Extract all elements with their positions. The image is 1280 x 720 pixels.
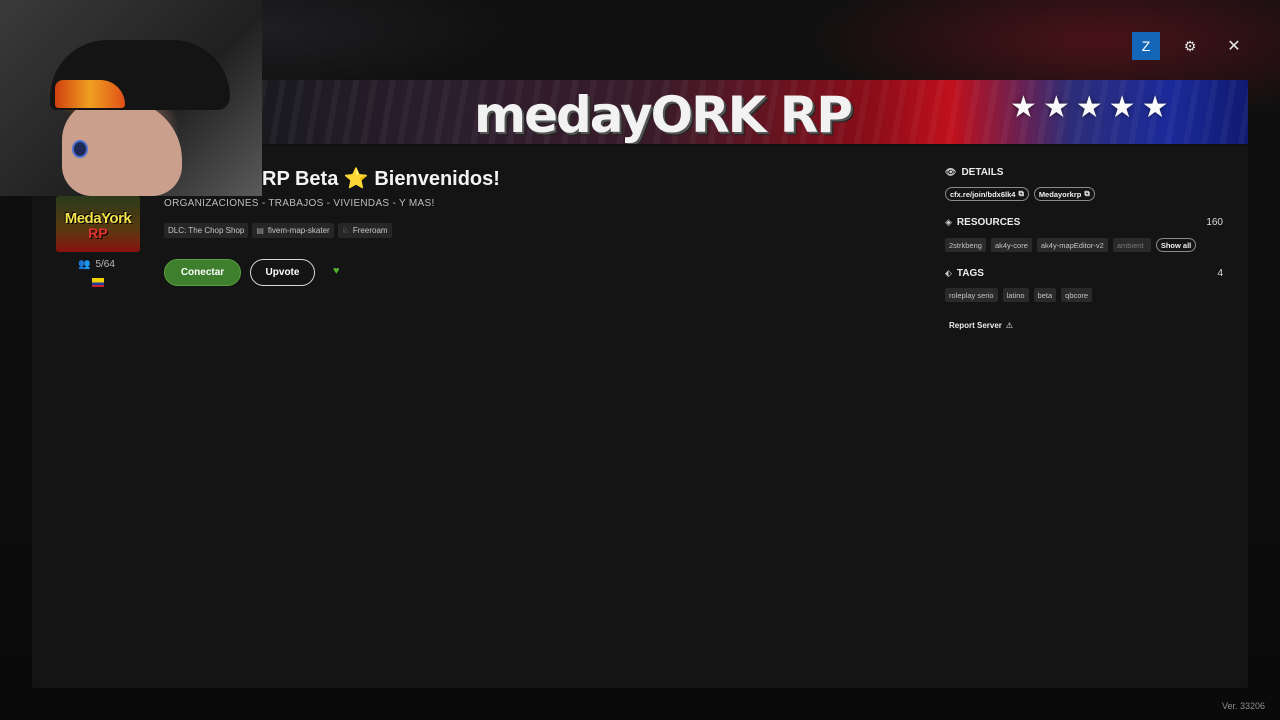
details-heading-label: DETAILS — [961, 167, 1004, 178]
server-title-text: RP Beta — [262, 168, 339, 190]
banner-stars: ★★★★★ — [1010, 91, 1175, 124]
server-banner: medayORK RP ★★★★★ — [262, 80, 1248, 144]
star-icon: ⭐ — [343, 168, 369, 190]
report-server-label: Report Server — [949, 321, 1002, 330]
chip-map: ▤ fivem-map-skater — [252, 223, 334, 238]
tags-heading-label: TAGS — [956, 268, 984, 279]
resource-item: ambient — [1112, 238, 1151, 252]
resource-item: ak4y-mapEditor-v2 — [1036, 238, 1108, 252]
chip-gametype-label: Freeroam — [352, 226, 388, 235]
upvote-button[interactable]: Upvote — [250, 259, 315, 286]
banner-title: medayORK RP — [474, 86, 853, 144]
close-icon[interactable]: ✕ — [1220, 32, 1248, 60]
details-links: cfx.re/join/bdx6lk4 ⧉ Medayorkrp ⧉ — [945, 187, 1095, 201]
server-logo-sub: RP — [88, 224, 108, 241]
join-url-pill[interactable]: cfx.re/join/bdx6lk4 ⧉ — [945, 187, 1029, 201]
resource-item: ak4y-core — [990, 238, 1032, 252]
server-logo-text: MedaYork — [64, 209, 132, 227]
tag-item[interactable]: beta — [1033, 288, 1057, 302]
resources-heading: ◈ RESOURCES 160 — [945, 217, 1223, 228]
server-title-welcome: Bienvenidos! — [374, 168, 500, 190]
gametype-icon: ♘ — [341, 226, 349, 235]
tags-heading: ⬖ TAGS 4 — [945, 268, 1223, 279]
warning-icon: ⚠ — [1005, 321, 1014, 330]
tags-list: roleplay serio latino beta qbcore — [945, 288, 1093, 302]
discord-label: Medayorkrp — [1038, 189, 1082, 199]
server-logo: MedaYork RP — [56, 196, 140, 252]
favorite-heart-icon[interactable]: ♥ — [333, 265, 340, 277]
user-avatar-button[interactable]: Z — [1132, 32, 1160, 60]
resources-count: 160 — [1206, 217, 1223, 228]
join-url-label: cfx.re/join/bdx6lk4 — [950, 189, 1016, 199]
resources-heading-label: RESOURCES — [956, 217, 1021, 228]
server-title: RP Beta ⭐ Bienvenidos! — [262, 166, 500, 191]
eye-icon: 👁 — [945, 167, 957, 177]
chip-dlc: DLC: The Chop Shop — [164, 223, 249, 238]
show-all-button[interactable]: Show all — [1155, 238, 1197, 252]
chip-gametype: ♘ Freeroam — [337, 223, 392, 238]
discord-pill[interactable]: Medayorkrp ⧉ — [1033, 187, 1095, 201]
server-subtitle: ORGANIZACIONES - TRABAJOS - VIVIENDAS - … — [164, 198, 435, 209]
copy-icon: ⧉ — [1018, 189, 1024, 198]
resource-item: 2strkbeng — [945, 238, 986, 252]
version-label: Ver. 33206 — [1222, 701, 1266, 711]
tags-count: 4 — [1217, 268, 1223, 279]
tag-icon: ⬖ — [945, 268, 952, 278]
player-count-value: 5/64 — [95, 259, 115, 270]
tag-item[interactable]: qbcore — [1061, 288, 1093, 302]
details-heading: 👁 DETAILS — [945, 167, 1223, 178]
gear-icon[interactable]: ⚙ — [1176, 32, 1204, 60]
server-chips: DLC: The Chop Shop ▤ fivem-map-skater ♘ … — [164, 223, 392, 238]
chip-map-label: fivem-map-skater — [267, 226, 330, 235]
layers-icon: ◈ — [945, 217, 952, 227]
connect-button[interactable]: Conectar — [164, 259, 241, 286]
player-count: 👥 5/64 — [78, 259, 115, 270]
webcam-overlay — [0, 0, 262, 196]
external-link-icon: ⧉ — [1084, 189, 1090, 198]
tag-item[interactable]: latino — [1002, 288, 1029, 302]
tag-item[interactable]: roleplay serio — [945, 288, 998, 302]
players-icon: 👥 — [78, 259, 91, 270]
map-icon: ▤ — [256, 226, 264, 235]
resources-list: 2strkbeng ak4y-core ak4y-mapEditor-v2 am… — [945, 238, 1197, 252]
chip-dlc-label: DLC: The Chop Shop — [168, 226, 245, 235]
report-server-button[interactable]: Report Server ⚠ — [949, 321, 1013, 330]
country-flag-icon — [92, 278, 104, 287]
